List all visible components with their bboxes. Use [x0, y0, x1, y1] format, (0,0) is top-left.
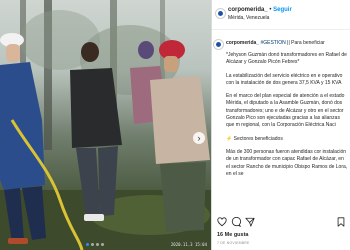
- photo-timestamp: 2020.11.3 15:04: [170, 242, 207, 247]
- carousel-dot-active: [86, 243, 89, 246]
- header-line: corpomerida_ • Seguir: [228, 7, 292, 13]
- post-sidebar: corpomerida_ • Seguir Mérida, Venezuela …: [211, 0, 350, 250]
- caption-subheading: Sectores beneficiados: [233, 135, 283, 142]
- location-link[interactable]: Mérida, Venezuela: [228, 15, 269, 21]
- follow-button[interactable]: Seguir: [273, 7, 292, 13]
- caption-block: corpomerida_ #GESTIÓN || Para beneficiar…: [212, 34, 350, 218]
- caption-paragraph: La estabilización del servicio eléctrico…: [226, 72, 343, 86]
- post-header: corpomerida_ • Seguir Mérida, Venezuela: [212, 0, 350, 30]
- comment-icon[interactable]: [231, 217, 241, 227]
- account-username[interactable]: corpomerida_: [228, 7, 268, 13]
- hashtag-link[interactable]: #GESTIÓN: [260, 40, 285, 46]
- heart-icon[interactable]: [217, 217, 227, 227]
- photo-scene: [0, 0, 211, 250]
- caption-paragraph: ⚡ Sectores beneficiados: [226, 136, 349, 143]
- share-icon[interactable]: [245, 217, 255, 227]
- carousel-dot: [91, 243, 94, 246]
- caption-paragraph: *Jehyson Guzmán donó transformadores en …: [226, 52, 347, 66]
- caption-lead: || Para beneficiar: [287, 40, 325, 46]
- next-photo-button[interactable]: ›: [193, 132, 205, 144]
- lightning-icon: ⚡: [226, 135, 233, 142]
- carousel-dots: [86, 243, 104, 246]
- likes-count[interactable]: 16 Me gusta: [217, 232, 248, 238]
- separator-dot: •: [269, 7, 272, 13]
- post-date[interactable]: 7 DE NOVIEMBRE: [217, 241, 250, 245]
- caption-paragraph: En el marco del plan especial de atenció…: [226, 93, 345, 129]
- caption-avatar[interactable]: [213, 39, 224, 50]
- carousel-dot: [101, 243, 104, 246]
- caption-paragraph: Más de 300 personas fueron atendidas cor…: [226, 148, 348, 177]
- account-avatar[interactable]: [215, 8, 226, 19]
- carousel-dot: [96, 243, 99, 246]
- caption-username[interactable]: corpomerida_: [226, 40, 259, 46]
- save-bookmark-icon[interactable]: [336, 217, 346, 227]
- post-photo[interactable]: › 2020.11.3 15:04: [0, 0, 211, 250]
- action-bar: [212, 217, 350, 229]
